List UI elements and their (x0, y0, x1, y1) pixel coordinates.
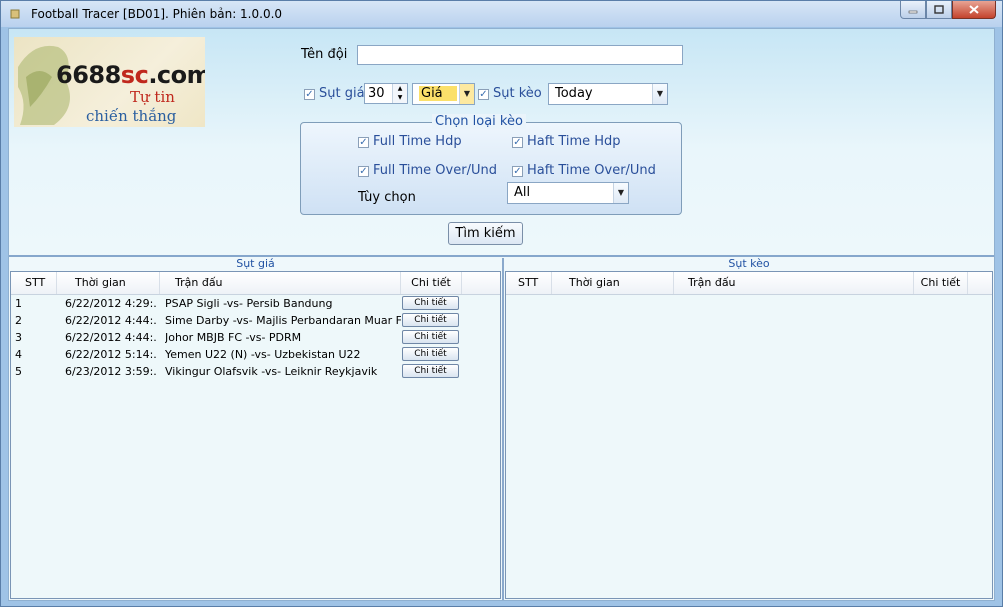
row-stt: 5 (15, 365, 22, 378)
price-type-select[interactable]: Giá ▼ (412, 83, 475, 105)
table-row[interactable]: 2 6/22/2012 4:44:... Sime Darby -vs- Majli… (11, 312, 500, 329)
minimize-icon (908, 10, 918, 13)
col-match[interactable]: Trận đấu (674, 272, 914, 294)
row-stt: 1 (15, 297, 22, 310)
col-detail[interactable]: Chi tiết (914, 272, 968, 294)
chevron-down-icon: ▼ (613, 183, 628, 203)
price-type-value: Giá (419, 86, 457, 101)
price-drop-panel: Sụt giá STT Thời gian Trận đấu Chi tiết … (9, 258, 502, 600)
row-time: 6/22/2012 4:29:... (65, 297, 157, 310)
half-time-hdp-label: Haft Time Hdp (527, 134, 621, 149)
row-match: Vikingur Olafsvik -vs- Leiknir Reykjavik (165, 365, 378, 378)
logo-brand: 6688sc.com (56, 61, 205, 89)
app-icon (10, 9, 20, 19)
detail-button[interactable]: Chi tiết (402, 364, 459, 378)
option-value: All (514, 185, 531, 200)
full-time-hdp-checkbox[interactable]: ✓ (358, 137, 369, 148)
row-stt: 4 (15, 348, 22, 361)
window-title: Football Tracer [BD01]. Phiên bản: 1.0.0… (31, 7, 283, 21)
option-select[interactable]: All ▼ (507, 182, 629, 204)
odds-drop-checkbox[interactable]: ✓ (478, 89, 489, 100)
price-drop-value: 30 (368, 86, 385, 101)
col-match[interactable]: Trận đấu (160, 272, 401, 294)
full-time-hdp-label: Full Time Hdp (373, 134, 462, 149)
row-time: 6/22/2012 4:44:... (65, 314, 157, 327)
table-row[interactable]: 5 6/23/2012 3:59:... Vikingur Olafsvik -vs… (11, 363, 500, 380)
col-time[interactable]: Thời gian (552, 272, 674, 294)
grid-header: STT Thời gian Trận đấu Chi tiết (506, 272, 992, 295)
col-stt[interactable]: STT (506, 272, 552, 294)
minimize-button[interactable] (900, 1, 926, 19)
row-match: Yemen U22 (N) -vs- Uzbekistan U22 (165, 348, 361, 361)
search-button[interactable]: Tìm kiếm (448, 222, 523, 245)
odds-drop-panel: Sụt kèo STT Thời gian Trận đấu Chi tiết (504, 258, 994, 600)
close-button[interactable] (952, 1, 996, 19)
col-stt[interactable]: STT (11, 272, 57, 294)
logo-slogan-2: chiến thắng (86, 107, 177, 125)
close-icon (969, 5, 979, 14)
app-window: Football Tracer [BD01]. Phiên bản: 1.0.0… (0, 0, 1003, 607)
table-row[interactable]: 4 6/22/2012 5:14:... Yemen U22 (N) -vs- Uz… (11, 346, 500, 363)
price-drop-grid[interactable]: STT Thời gian Trận đấu Chi tiết 1 6/22/20… (10, 271, 501, 599)
odds-drop-label: Sụt kèo (493, 86, 542, 101)
logo-slogan-1: Tự tin (130, 88, 175, 106)
half-time-hdp-checkbox[interactable]: ✓ (512, 137, 523, 148)
row-time: 6/22/2012 4:44:... (65, 331, 157, 344)
row-stt: 3 (15, 331, 22, 344)
period-value: Today (555, 86, 593, 101)
half-time-ou-checkbox[interactable]: ✓ (512, 166, 523, 177)
price-drop-checkbox[interactable]: ✓ (304, 89, 315, 100)
detail-button[interactable]: Chi tiết (402, 313, 459, 327)
price-drop-label: Sụt giá (319, 86, 365, 101)
col-time[interactable]: Thời gian (57, 272, 160, 294)
row-time: 6/23/2012 3:59:... (65, 365, 157, 378)
detail-button[interactable]: Chi tiết (402, 330, 459, 344)
full-time-ou-label: Full Time Over/Und (373, 163, 497, 178)
full-time-ou-checkbox[interactable]: ✓ (358, 166, 369, 177)
team-name-input[interactable] (357, 45, 683, 65)
logo: 6688sc.com Tự tin chiến thắng (14, 37, 205, 127)
title-bar[interactable]: Football Tracer [BD01]. Phiên bản: 1.0.0… (1, 1, 1002, 27)
section-divider (9, 255, 994, 257)
table-row[interactable]: 3 6/22/2012 4:44:... Johor MBJB FC -vs- PD… (11, 329, 500, 346)
bet-type-group-title: Chọn loại kèo (432, 114, 526, 129)
grid-header: STT Thời gian Trận đấu Chi tiết (11, 272, 500, 295)
stepper-arrows[interactable]: ▲ ▼ (392, 84, 407, 103)
col-detail[interactable]: Chi tiết (401, 272, 462, 294)
price-drop-panel-title: Sụt giá (236, 257, 275, 270)
odds-drop-panel-title: Sụt kèo (728, 257, 770, 270)
team-name-label: Tên đội (301, 47, 348, 62)
odds-drop-grid[interactable]: STT Thời gian Trận đấu Chi tiết (505, 271, 993, 599)
chevron-down-icon: ▼ (652, 84, 667, 104)
option-label: Tùy chọn (358, 190, 416, 205)
period-select[interactable]: Today ▼ (548, 83, 668, 105)
price-drop-stepper[interactable]: 30 ▲ ▼ (364, 83, 408, 104)
maximize-icon (934, 5, 944, 14)
row-time: 6/22/2012 5:14:... (65, 348, 157, 361)
table-row[interactable]: 1 6/22/2012 4:29:... PSAP Sigli -vs- Persi… (11, 295, 500, 312)
row-match: Sime Darby -vs- Majlis Perbandaran Muar … (165, 314, 401, 327)
row-match: Johor MBJB FC -vs- PDRM (165, 331, 302, 344)
chevron-down-icon: ▼ (459, 84, 474, 104)
detail-button[interactable]: Chi tiết (402, 347, 459, 361)
row-match: PSAP Sigli -vs- Persib Bandung (165, 297, 333, 310)
maximize-button[interactable] (926, 1, 952, 19)
bet-type-group: Chọn loại kèo ✓ Full Time Hdp ✓ Haft Tim… (300, 114, 682, 215)
half-time-ou-label: Haft Time Over/Und (527, 163, 656, 178)
detail-button[interactable]: Chi tiết (402, 296, 459, 310)
client-area: 6688sc.com Tự tin chiến thắng Tên đội ✓ … (8, 28, 995, 601)
row-stt: 2 (15, 314, 22, 327)
